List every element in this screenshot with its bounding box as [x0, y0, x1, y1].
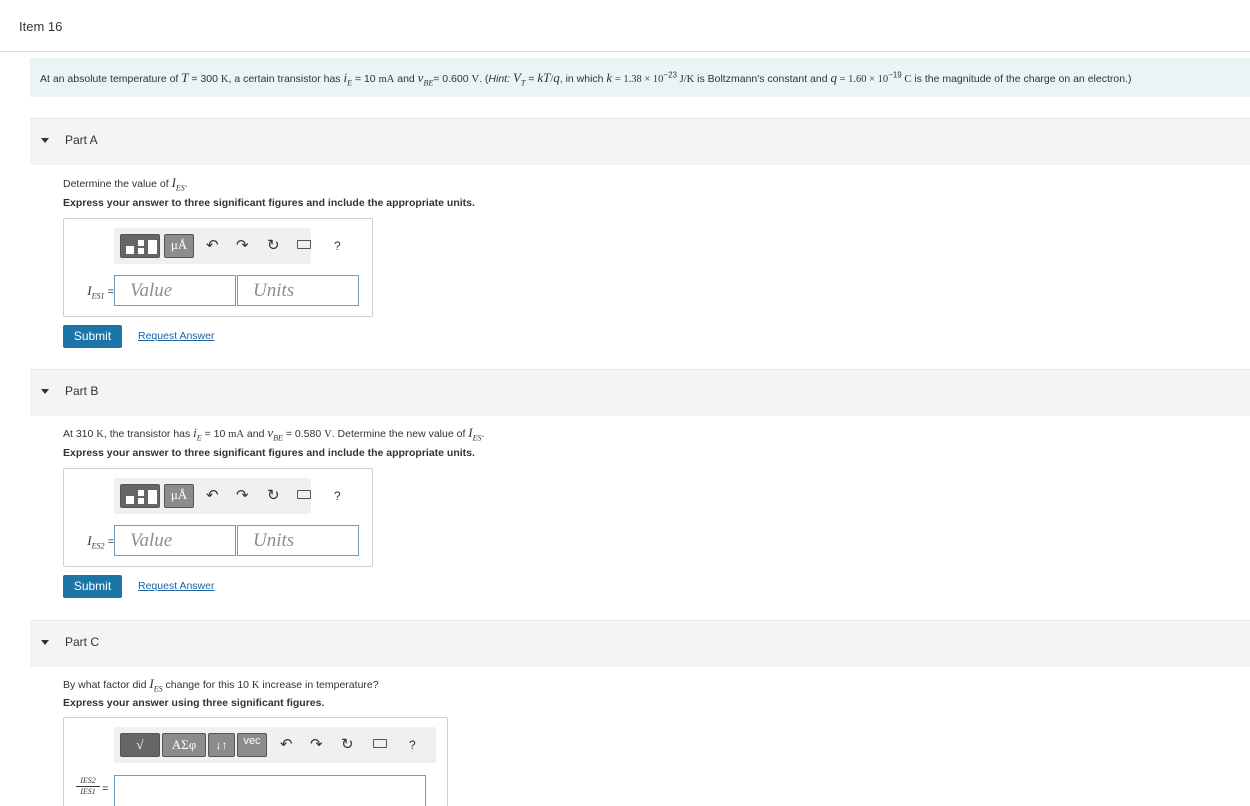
answer-row: IES2 = Value Units [74, 525, 364, 556]
value-input[interactable]: Value [114, 525, 236, 556]
undo-icon[interactable]: ↶ [206, 238, 219, 254]
units-input[interactable]: Units [237, 525, 359, 556]
keyboard-icon[interactable] [373, 739, 387, 748]
undo-icon[interactable]: ↶ [280, 737, 293, 753]
help-icon[interactable]: ? [409, 737, 416, 753]
part-b-answer-box: μÅ ↶ ↷ ↻ ? IES2 = Value Units [63, 468, 373, 567]
equals-sign: = [102, 783, 109, 795]
part-b-instruction: Express your answer to three significant… [63, 447, 475, 459]
part-a-prompt: Determine the value of IES. [63, 175, 188, 193]
redo-icon[interactable]: ↷ [310, 737, 323, 753]
part-b-label: Part B [65, 384, 99, 398]
answer-input[interactable] [114, 775, 426, 806]
help-icon[interactable]: ? [334, 238, 341, 254]
templates-button[interactable] [120, 484, 160, 508]
reset-icon[interactable]: ↻ [341, 737, 354, 753]
item-title: Item 16 [19, 19, 63, 34]
ratio-label: IES2 IES1 [76, 776, 100, 797]
undo-icon[interactable]: ↶ [206, 488, 219, 504]
units-button[interactable]: μÅ [164, 484, 194, 508]
part-b-header[interactable]: Part B [30, 369, 1250, 416]
part-a-instruction: Express your answer to three significant… [63, 197, 475, 209]
value-input[interactable]: Value [114, 275, 236, 306]
collapse-caret-icon[interactable] [41, 389, 49, 394]
part-a-label: Part A [65, 133, 98, 147]
units-input[interactable]: Units [237, 275, 359, 306]
redo-icon[interactable]: ↷ [236, 238, 249, 254]
part-b-request-answer-link[interactable]: Request Answer [138, 580, 214, 592]
part-b-prompt: At 310 K, the transistor has iE = 10 mA … [63, 425, 485, 443]
part-c-label: Part C [65, 635, 100, 649]
arrows-button[interactable]: ↓↑ [208, 733, 235, 757]
part-a-submit-button[interactable]: Submit [63, 325, 122, 348]
math-toolbar: μÅ ↶ ↷ ↻ ? [114, 478, 341, 514]
part-a-answer-box: μÅ ↶ ↷ ↻ ? IES1 = Value Units [63, 218, 373, 317]
part-b-submit-button[interactable]: Submit [63, 575, 122, 598]
answer-row: IES1 = Value Units [74, 275, 364, 306]
part-c-header[interactable]: Part C [30, 620, 1250, 667]
help-icon[interactable]: ? [334, 488, 341, 504]
part-a-request-answer-link[interactable]: Request Answer [138, 330, 214, 342]
variable-label: IES1 = [87, 283, 114, 301]
reset-icon[interactable]: ↻ [267, 488, 280, 504]
math-toolbar: μÅ ↶ ↷ ↻ ? [114, 228, 341, 264]
redo-icon[interactable]: ↷ [236, 488, 249, 504]
part-c-instruction: Express your answer using three signific… [63, 697, 325, 709]
vector-button[interactable]: vec [237, 733, 267, 757]
math-toolbar: √ ΑΣφ ↓↑ vec ↶ ↷ ↻ ? [114, 727, 436, 763]
reset-icon[interactable]: ↻ [267, 238, 280, 254]
templates-button[interactable]: √ [120, 733, 160, 757]
greek-symbols-button[interactable]: ΑΣφ [162, 733, 206, 757]
units-button[interactable]: μÅ [164, 234, 194, 258]
variable-label: IES2 = [87, 533, 114, 551]
collapse-caret-icon[interactable] [41, 138, 49, 143]
keyboard-icon[interactable] [297, 240, 311, 249]
templates-button[interactable] [120, 234, 160, 258]
collapse-caret-icon[interactable] [41, 640, 49, 645]
part-a-header[interactable]: Part A [30, 118, 1250, 165]
part-c-prompt: By what factor did IES change for this 1… [63, 676, 379, 694]
divider [0, 51, 1250, 52]
keyboard-icon[interactable] [297, 490, 311, 499]
problem-statement: At an absolute temperature of T = 300 K,… [30, 58, 1250, 97]
part-c-answer-box: √ ΑΣφ ↓↑ vec ↶ ↷ ↻ ? IES2 IES1 = [63, 717, 448, 806]
